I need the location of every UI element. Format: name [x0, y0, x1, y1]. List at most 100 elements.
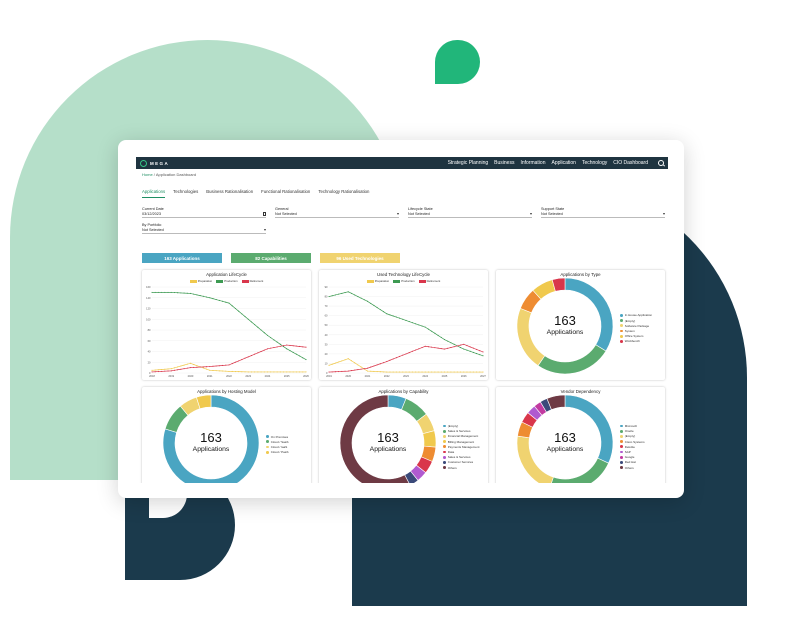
data-point [254, 324, 256, 326]
data-point [456, 371, 458, 373]
legend-item-data[interactable]: Data [443, 450, 479, 454]
series-line-preparation [328, 358, 483, 373]
kpi-used-technologies[interactable]: 96 Used Technologies [320, 253, 400, 263]
data-point [443, 339, 446, 341]
legend-item-others[interactable]: Others [620, 466, 645, 470]
legend-item-google[interactable]: Google [620, 455, 645, 459]
legend-item-microsoft[interactable]: Microsoft [620, 424, 645, 428]
mega-logo[interactable]: MEGA [140, 159, 169, 167]
tab-applications[interactable]: Applications [142, 189, 166, 198]
menu-item-cio-dashboard[interactable]: CIO Dashboard [613, 160, 648, 166]
legend-item-empty[interactable]: (Empty) [620, 434, 645, 438]
legend-item-software-package[interactable]: Software Package [620, 324, 652, 328]
legend-item-in-house-application[interactable]: In House Application [620, 313, 652, 317]
tab-technologies[interactable]: Technologies [173, 189, 198, 198]
legend-swatch [443, 450, 446, 454]
data-point [244, 371, 246, 373]
data-point [395, 316, 397, 318]
data-point [447, 340, 449, 342]
data-point [399, 355, 401, 357]
legend-item-payments-management[interactable]: Payments Management [443, 445, 479, 449]
kpi-capabilities[interactable]: 82 Capabilities [231, 253, 311, 263]
legend-item-production[interactable]: Production [216, 279, 238, 283]
y-tick-label: 80 [148, 328, 151, 332]
lifecycle-state-select[interactable]: Not Selected [408, 212, 532, 218]
data-point [402, 354, 404, 356]
legend-label: Production [401, 279, 415, 283]
chart-legend: Preparation Production Retirement [319, 279, 488, 283]
data-point [154, 371, 156, 373]
data-point [228, 370, 230, 372]
legend-label: Sales & Services [447, 429, 471, 434]
legend-item-preparation[interactable]: Preparation [189, 279, 213, 283]
legend-item-sap[interactable]: SAP [620, 450, 645, 454]
legend-item-empty[interactable]: (Empty) [443, 424, 479, 428]
data-point [469, 346, 471, 348]
data-point [202, 366, 204, 368]
data-point [289, 350, 291, 352]
data-point [373, 365, 375, 367]
legend-item-billing-management[interactable]: Billing Management [443, 440, 479, 444]
legend-item-on-premises[interactable]: On Premises [266, 435, 288, 439]
tab-technology-rationalisation[interactable]: Technology Rationalisation [318, 189, 369, 198]
legend-label: Preparation [197, 279, 213, 283]
data-point [295, 353, 297, 355]
data-point [392, 358, 394, 360]
legend-item-system[interactable]: System [620, 329, 652, 333]
calendar-icon[interactable] [262, 212, 266, 216]
legend-item-cloud-iaas[interactable]: Cloud / IaaS [266, 445, 288, 449]
date-input[interactable]: 03/12/2023 [142, 212, 266, 218]
data-point [379, 371, 381, 373]
data-point [305, 371, 307, 373]
donut-slice-empty [537, 344, 607, 375]
data-point [472, 371, 474, 373]
y-tick-label: 40 [148, 350, 151, 354]
dashboard-tabs: Applications Technologies Business Ratio… [142, 189, 369, 198]
legend-item-cloud-paas[interactable]: Cloud / PaaS [266, 450, 288, 454]
legend-item-financial-management[interactable]: Financial Management [443, 434, 479, 438]
menu-item-strategic-planning[interactable]: Strategic Planning [448, 160, 489, 166]
legend-item-cisco-systems[interactable]: Cisco Systems [620, 440, 645, 444]
data-point [238, 310, 240, 312]
legend-item-production[interactable]: Production [393, 279, 415, 283]
legend-swatch [620, 329, 623, 333]
support-state-select[interactable]: Not Selected [541, 212, 665, 218]
general-select[interactable]: Not Selected [275, 212, 399, 218]
filter-label: General [275, 207, 289, 211]
legend-item-preparation[interactable]: Preparation [366, 279, 389, 283]
legend-item-workbench[interactable]: Workbench [620, 339, 652, 343]
filter-by-portfolio: By Portfolio Not Selected [142, 223, 266, 234]
donut-center-value: 163 [554, 313, 576, 328]
legend-item-oracle[interactable]: Oracle [620, 429, 645, 433]
legend-item-customer-services[interactable]: Customer Services [443, 460, 479, 464]
portfolio-select[interactable]: Not Selected [142, 228, 266, 234]
legend-item-others[interactable]: Others [443, 466, 479, 470]
data-point [450, 342, 452, 344]
data-point [431, 371, 433, 373]
menu-item-application[interactable]: Application [551, 160, 575, 166]
legend-item-sales-services[interactable]: Sales & Services [443, 429, 479, 433]
data-point [250, 321, 253, 323]
search-icon[interactable] [658, 160, 664, 166]
chevron-down-icon [397, 213, 399, 215]
legend-item-retirement[interactable]: Retirement [241, 279, 263, 283]
select-value: Not Selected [541, 212, 563, 216]
data-point [225, 301, 227, 303]
legend-item-deloitte[interactable]: Deloitte [620, 445, 645, 449]
data-point [463, 371, 465, 373]
data-point [463, 348, 465, 350]
legend-item-cloud-saas[interactable]: Cloud / SaaS [266, 440, 288, 444]
breadcrumb-home[interactable]: Home [142, 172, 153, 177]
legend-item-red-hat[interactable]: Red Hat [620, 460, 645, 464]
data-point [447, 347, 449, 349]
menu-item-technology[interactable]: Technology [582, 160, 607, 166]
legend-item-retirement[interactable]: Retirement [418, 279, 440, 283]
legend-item-empty[interactable]: (Empty) [620, 319, 652, 323]
legend-item-sales-services[interactable]: Sales & Services [443, 455, 479, 459]
legend-item-office-system[interactable]: Office System [620, 334, 652, 338]
tab-functional-rationalisation[interactable]: Functional Rationalisation [261, 189, 310, 198]
menu-item-information[interactable]: Information [520, 160, 545, 166]
tab-business-rationalisation[interactable]: Business Rationalisation [206, 189, 253, 198]
menu-item-business[interactable]: Business [494, 160, 514, 166]
kpi-applications[interactable]: 163 Applications [142, 253, 222, 263]
